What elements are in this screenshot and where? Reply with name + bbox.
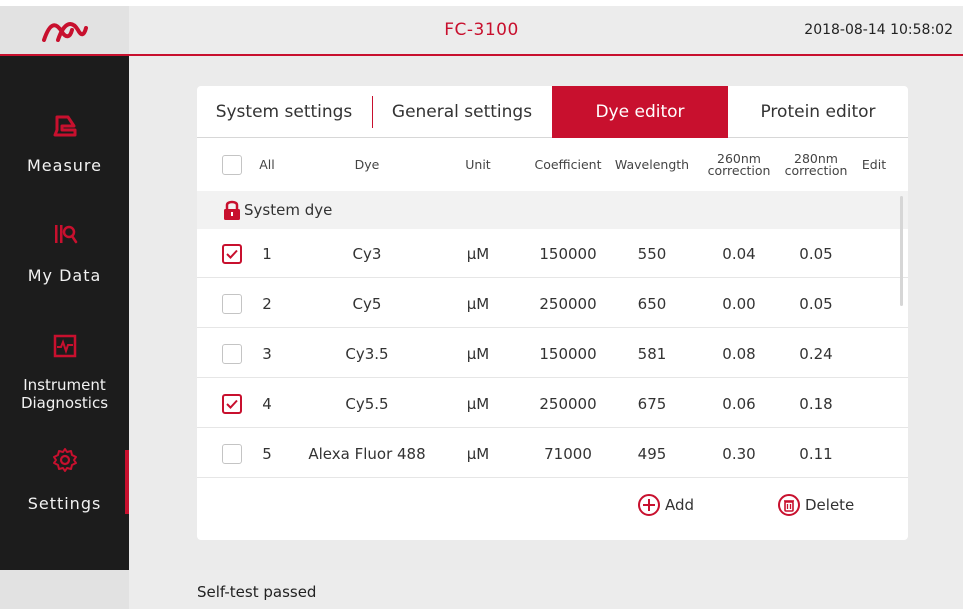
row-unit: μM [466, 344, 490, 363]
row-wavelength: 495 [637, 444, 667, 463]
row-280nm-correction: 0.18 [799, 394, 833, 413]
header-280nm-line2: correction [784, 163, 848, 178]
row-wavelength: 550 [637, 244, 667, 263]
row-dye: Cy3.5 [345, 344, 389, 363]
row-wavelength: 650 [637, 294, 667, 313]
row-260nm-correction: 0.06 [722, 394, 756, 413]
row-index: 1 [262, 244, 272, 263]
main-content: System settings General settings Dye edi… [129, 56, 963, 570]
row-280nm-correction: 0.05 [799, 244, 833, 263]
row-checkbox[interactable] [219, 429, 245, 478]
status-message: Self-test passed [197, 583, 317, 601]
measure-icon [0, 106, 129, 146]
table-actions: Add Delete [197, 480, 908, 530]
row-checkbox[interactable] [219, 279, 245, 328]
tab-protein-editor[interactable]: Protein editor [728, 86, 908, 138]
row-wavelength: 675 [637, 394, 667, 413]
row-coefficient: 150000 [539, 244, 597, 263]
header-coefficient: Coefficient [534, 157, 602, 172]
row-dye: Cy5 [352, 294, 382, 313]
checkmark-icon [226, 399, 238, 409]
row-index: 4 [262, 394, 272, 413]
checkmark-icon [226, 249, 238, 259]
status-bar-left [0, 570, 129, 609]
scrollbar[interactable] [900, 196, 903, 306]
header-edit: Edit [861, 157, 887, 172]
row-index: 3 [262, 344, 272, 363]
row-index: 5 [262, 444, 272, 463]
row-index: 2 [262, 294, 272, 313]
header-260nm-line2: correction [707, 163, 771, 178]
sidebar-item-label: Settings [27, 494, 102, 513]
row-260nm-correction: 0.08 [722, 344, 756, 363]
sidebar: Measure My Data Instrument Diagnostics S… [0, 56, 129, 570]
datetime-display: 2018-08-14 10:58:02 [804, 22, 953, 38]
sidebar-item-label-line1: Instrument [23, 376, 106, 394]
row-checkbox[interactable] [219, 229, 245, 278]
tab-general-settings[interactable]: General settings [373, 86, 551, 138]
row-coefficient: 250000 [539, 294, 597, 313]
row-260nm-correction: 0.04 [722, 244, 756, 263]
my-data-icon [0, 214, 129, 254]
group-label: System dye [244, 201, 333, 219]
row-coefficient: 71000 [544, 444, 592, 463]
header-dye: Dye [354, 157, 380, 172]
add-button[interactable]: Add [637, 480, 694, 530]
row-dye: Cy5.5 [345, 394, 389, 413]
table-row[interactable]: 3 Cy3.5 μM 150000 581 0.08 0.24 [197, 329, 908, 378]
select-all-checkbox[interactable] [219, 139, 245, 191]
gear-icon [0, 440, 129, 480]
row-unit: μM [466, 394, 490, 413]
settings-tabs: System settings General settings Dye edi… [197, 86, 908, 138]
sidebar-item-label-line2: Diagnostics [20, 394, 109, 412]
sidebar-item-label: Measure [27, 156, 102, 175]
tab-dye-editor[interactable]: Dye editor [552, 86, 728, 138]
row-coefficient: 150000 [539, 344, 597, 363]
table-header: All Dye Unit Coefficient Wavelength 260n… [197, 139, 908, 191]
header-260nm-correction: 260nm correction [702, 139, 776, 191]
sidebar-item-settings[interactable]: Settings [0, 440, 129, 550]
row-dye: Alexa Fluor 488 [308, 444, 426, 463]
table-row[interactable]: 5 Alexa Fluor 488 μM 71000 495 0.30 0.11 [197, 429, 908, 478]
sidebar-item-my-data[interactable]: My Data [0, 214, 129, 324]
row-checkbox[interactable] [219, 379, 245, 428]
sidebar-item-measure[interactable]: Measure [0, 106, 129, 216]
tab-system-settings[interactable]: System settings [197, 86, 371, 138]
row-unit: μM [466, 244, 490, 263]
system-dye-group: System dye [197, 191, 908, 229]
row-280nm-correction: 0.05 [799, 294, 833, 313]
status-bar: Self-test passed [0, 570, 963, 609]
header-unit: Unit [465, 157, 491, 172]
row-260nm-correction: 0.00 [722, 294, 756, 313]
sidebar-item-label: My Data [27, 266, 102, 285]
add-label: Add [665, 496, 695, 514]
row-260nm-correction: 0.30 [722, 444, 756, 463]
row-wavelength: 581 [637, 344, 667, 363]
dye-editor-panel: System settings General settings Dye edi… [197, 86, 908, 540]
delete-button[interactable]: Delete [777, 480, 854, 530]
table-row[interactable]: 4 Cy5.5 μM 250000 675 0.06 0.18 [197, 379, 908, 428]
row-280nm-correction: 0.24 [799, 344, 833, 363]
row-unit: μM [466, 444, 490, 463]
row-unit: μM [466, 294, 490, 313]
row-280nm-correction: 0.11 [799, 444, 833, 463]
table-row[interactable]: 1 Cy3 μM 150000 550 0.04 0.05 [197, 229, 908, 278]
sidebar-item-instrument-diagnostics[interactable]: Instrument Diagnostics [0, 326, 129, 436]
delete-label: Delete [805, 496, 855, 514]
header-wavelength: Wavelength [614, 157, 690, 172]
top-bar: FC-3100 2018-08-14 10:58:02 [0, 6, 963, 56]
add-icon [638, 494, 660, 516]
row-checkbox[interactable] [219, 329, 245, 378]
lock-icon [223, 199, 241, 225]
table-row[interactable]: 2 Cy5 μM 250000 650 0.00 0.05 [197, 279, 908, 328]
row-dye: Cy3 [352, 244, 382, 263]
trash-icon [778, 494, 800, 516]
header-280nm-correction: 280nm correction [779, 139, 853, 191]
header-all: All [259, 157, 275, 172]
row-coefficient: 250000 [539, 394, 597, 413]
diagnostics-icon [0, 326, 129, 366]
